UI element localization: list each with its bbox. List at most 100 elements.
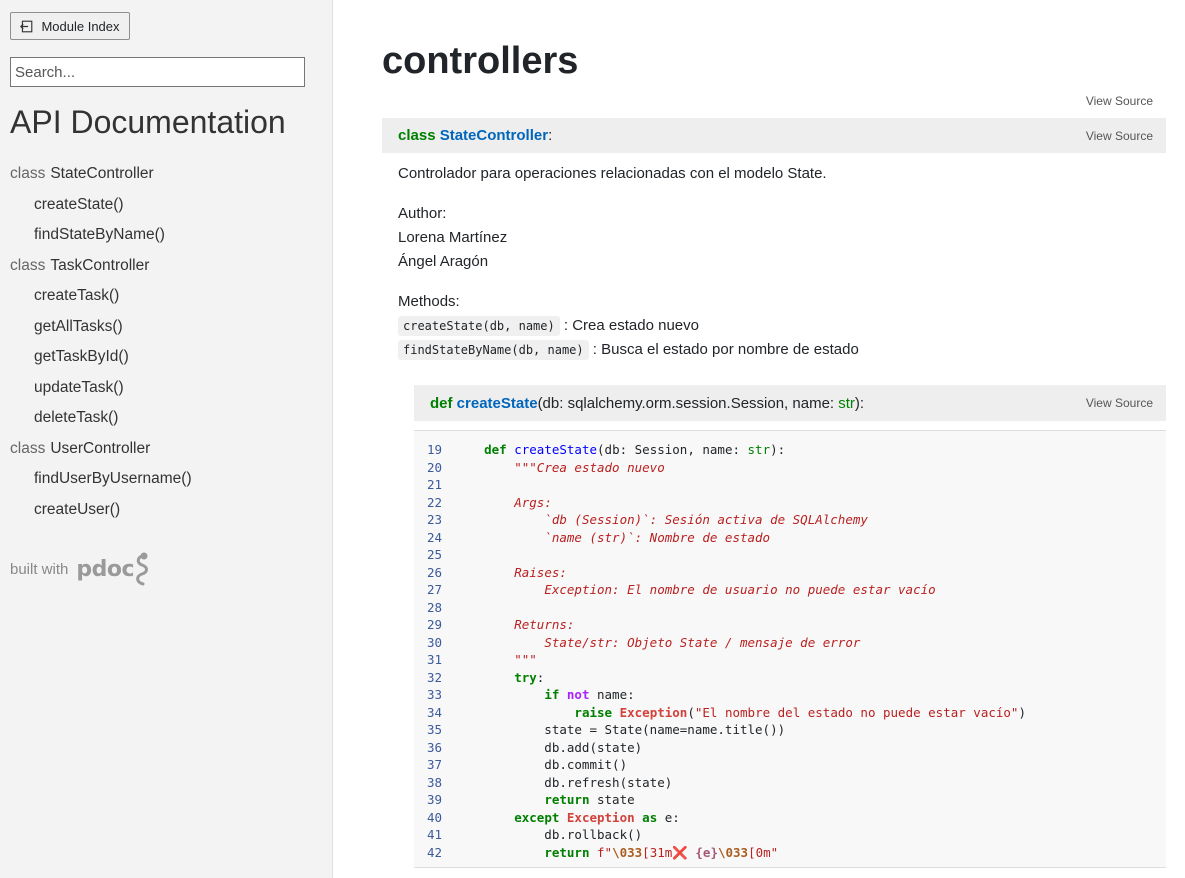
code-token: state = State(name=name.title()) — [454, 722, 786, 737]
line-number[interactable]: 34 — [414, 704, 442, 722]
author-name: Lorena Martínez — [398, 229, 508, 246]
line-number[interactable]: 23 — [414, 511, 442, 529]
code-token: {e} — [695, 844, 718, 860]
code-token: try — [514, 669, 537, 685]
line-number[interactable]: 28 — [414, 599, 442, 617]
module-view-source-link[interactable]: View Source — [1086, 94, 1153, 108]
sidebar-method-link[interactable]: deleteTask() — [10, 404, 192, 435]
line-number[interactable]: 39 — [414, 791, 442, 809]
code-token: if — [544, 687, 560, 702]
class-name: StateController — [50, 165, 154, 182]
line-number[interactable]: 24 — [414, 529, 442, 547]
code-line: 28 — [414, 599, 1166, 617]
code-line: 39 return state — [414, 791, 1166, 809]
function-view-source-link[interactable]: View Source — [1086, 396, 1153, 410]
method-code: findStateByName(db, name) — [398, 340, 589, 360]
sidebar: Module Index API Documentation classStat… — [0, 0, 333, 878]
code-line: 36 db.add(state) — [414, 739, 1166, 757]
class-keyword: class — [10, 439, 46, 457]
module-index-button[interactable]: Module Index — [10, 12, 130, 40]
sidebar-method-link[interactable]: createUser() — [10, 496, 192, 527]
line-number[interactable]: 31 — [414, 651, 442, 669]
function-signature: def createState(db: sqlalchemy.orm.sessi… — [414, 385, 1166, 421]
line-number[interactable]: 41 — [414, 826, 442, 844]
line-number[interactable]: 33 — [414, 686, 442, 704]
code-token: def — [484, 442, 507, 457]
code-token: """ — [514, 652, 537, 667]
code-token: \033 — [612, 844, 643, 860]
code-token: Exception: El nombre de usuario no puede… — [544, 582, 936, 597]
signature-close: ): — [854, 394, 865, 412]
sidebar-class-link[interactable]: class StateController — [10, 160, 192, 191]
code-line: 35 state = State(name=name.title()) — [414, 721, 1166, 739]
methods-section: Methods: createState(db, name) : Crea es… — [398, 290, 1158, 362]
sidebar-method-link[interactable]: getAllTasks() — [10, 313, 192, 344]
code-line: 38 db.refresh(state) — [414, 774, 1166, 792]
code-line: 20 """Crea estado nuevo — [414, 459, 1166, 477]
code-token: ): — [770, 442, 786, 457]
method-code: createState(db, name) — [398, 316, 560, 336]
sidebar-method-link[interactable]: createState() — [10, 191, 192, 222]
line-number[interactable]: 32 — [414, 669, 442, 687]
code-token: Raises: — [514, 564, 567, 580]
code-line: 19 def createState(db: Session, name: st… — [414, 441, 1166, 459]
code-token: `db (Session)`: Sesión activa de SQLAlch… — [544, 512, 868, 527]
class-signature: class StateController: View Source — [382, 118, 1166, 153]
line-number[interactable]: 22 — [414, 494, 442, 512]
code-token: e: — [657, 809, 680, 825]
code-token: ) — [1018, 704, 1026, 720]
line-number[interactable]: 30 — [414, 634, 442, 652]
line-number[interactable]: 40 — [414, 809, 442, 827]
line-number[interactable]: 27 — [414, 581, 442, 599]
code-line: 30 State/str: Objeto State / mensaje de … — [414, 634, 1166, 652]
code-token: db.add(state) — [454, 739, 643, 755]
sidebar-method-link[interactable]: findUserByUsername() — [10, 465, 192, 496]
line-number[interactable]: 19 — [414, 441, 442, 459]
line-number[interactable]: 20 — [414, 459, 442, 477]
method-desc: : Busca el estado por nombre de estado — [592, 341, 859, 358]
main-content: controllers View Source class StateContr… — [333, 0, 1185, 878]
code-token: f" — [597, 844, 613, 860]
sidebar-method-link[interactable]: getTaskById() — [10, 343, 192, 374]
code-token: db.rollback() — [454, 827, 643, 842]
code-line: 40 except Exception as e: — [414, 809, 1166, 827]
signature-type: str — [838, 394, 855, 412]
api-documentation-title: API Documentation — [10, 104, 286, 140]
line-number[interactable]: 37 — [414, 756, 442, 774]
module-title: controllers — [382, 40, 579, 82]
line-number[interactable]: 29 — [414, 616, 442, 634]
line-number[interactable]: 21 — [414, 476, 442, 494]
class-docstring: Controlador para operaciones relacionada… — [398, 162, 1158, 378]
box-arrow-left-icon — [20, 20, 33, 32]
sidebar-method-link[interactable]: findStateByName() — [10, 221, 192, 252]
sidebar-class-link[interactable]: class TaskController — [10, 252, 192, 283]
line-number[interactable]: 38 — [414, 774, 442, 792]
pdoc-logo[interactable]: pdoc — [76, 552, 152, 586]
line-number[interactable]: 26 — [414, 564, 442, 582]
class-name-link[interactable]: StateController — [440, 127, 548, 144]
function-name-link[interactable]: createState — [457, 395, 538, 412]
code-line: 24 `name (str)`: Nombre de estado — [414, 529, 1166, 547]
code-token: `name (str)`: Nombre de estado — [544, 529, 771, 545]
code-token: : — [536, 669, 545, 685]
sidebar-method-link[interactable]: updateTask() — [10, 374, 192, 405]
line-number[interactable]: 42 — [414, 844, 442, 862]
class-view-source-link[interactable]: View Source — [1086, 129, 1153, 143]
line-number[interactable]: 25 — [414, 546, 442, 564]
sidebar-method-link[interactable]: createTask() — [10, 282, 192, 313]
line-number[interactable]: 35 — [414, 721, 442, 739]
code-token: return — [544, 844, 590, 860]
built-with-footer: built with pdoc — [10, 552, 152, 586]
sidebar-class-link[interactable]: class UserController — [10, 435, 192, 466]
code-line: 42 return f"\033[31m❌ {e}\033[0m" — [414, 844, 1166, 862]
line-number[interactable]: 36 — [414, 739, 442, 757]
search-input[interactable] — [10, 57, 305, 87]
code-line: 27 Exception: El nombre de usuario no pu… — [414, 581, 1166, 599]
